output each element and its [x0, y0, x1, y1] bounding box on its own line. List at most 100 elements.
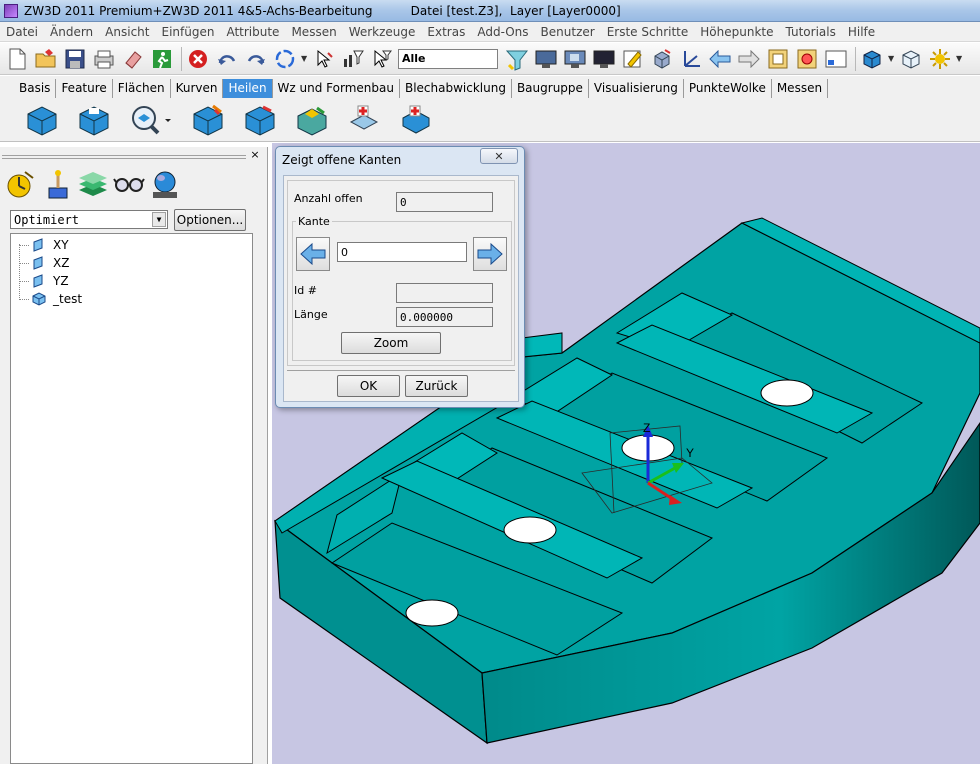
menu-ansicht[interactable]: Ansicht	[99, 25, 155, 39]
menu-datei[interactable]: Datei	[0, 25, 44, 39]
zoom-button[interactable]: Zoom	[341, 332, 441, 354]
layer-manager-icon[interactable]	[76, 167, 110, 201]
repair-faces-icon[interactable]	[190, 102, 226, 138]
tab-visualisierung[interactable]: Visualisierung	[588, 79, 684, 98]
simplify-icon[interactable]	[294, 102, 330, 138]
options-button[interactable]: Optionen...	[174, 209, 246, 231]
cube-transform-icon[interactable]	[649, 46, 675, 72]
tab-punktewolke[interactable]: PunkteWolke	[683, 79, 772, 98]
history-manager-icon[interactable]	[4, 167, 38, 201]
panel-grip	[2, 158, 246, 159]
display-icon[interactable]	[591, 46, 617, 72]
menu-hoehepunkte[interactable]: Höhepunkte	[694, 25, 779, 39]
tab-flaechen[interactable]: Flächen	[112, 79, 171, 98]
tab-basis[interactable]: Basis	[14, 79, 57, 98]
tab-feature[interactable]: Feature	[56, 79, 113, 98]
arrow-left-icon[interactable]	[707, 46, 733, 72]
tab-messen[interactable]: Messen	[771, 79, 829, 98]
history-tree: XY XZ YZ _test	[10, 233, 253, 764]
wireframe-cube-icon[interactable]	[898, 46, 924, 72]
tree-connector	[19, 244, 29, 246]
id-label: Id #	[294, 284, 317, 297]
chevron-down-icon[interactable]: ▼	[301, 54, 311, 63]
window-icon[interactable]	[823, 46, 849, 72]
select-filter-icon[interactable]	[369, 46, 395, 72]
tree-item-yz[interactable]: YZ	[11, 272, 252, 290]
tab-blechabwicklung[interactable]: Blechabwicklung	[399, 79, 512, 98]
close-icon[interactable]: ×	[249, 149, 261, 161]
tab-wz-und-formenbau[interactable]: Wz und Formenbau	[272, 79, 400, 98]
menu-extras[interactable]: Extras	[421, 25, 471, 39]
selection-filter-field[interactable]: Alle	[398, 48, 498, 69]
arrow-right-icon[interactable]	[736, 46, 762, 72]
monitor-view-icon[interactable]	[562, 46, 588, 72]
id-field	[396, 283, 493, 303]
undo-icon[interactable]	[214, 46, 240, 72]
menu-attribute[interactable]: Attribute	[220, 25, 285, 39]
sketch-icon[interactable]	[620, 46, 646, 72]
exit-icon[interactable]	[149, 46, 175, 72]
back-button[interactable]: Zurück	[405, 375, 468, 397]
filter-funnel-icon[interactable]	[504, 46, 530, 72]
view-manager-icon[interactable]	[112, 167, 146, 201]
check-shape-icon[interactable]	[76, 102, 112, 138]
arrow-right-icon	[477, 243, 503, 265]
assembly-manager-icon[interactable]	[40, 167, 74, 201]
menu-einfuegen[interactable]: Einfügen	[155, 25, 220, 39]
toolbar-separator	[181, 46, 182, 71]
length-field: 0.000000	[396, 307, 493, 327]
inspect-zoom-icon[interactable]	[128, 102, 174, 138]
close-icon: ✕	[494, 149, 504, 163]
add-face-icon[interactable]	[346, 102, 382, 138]
menu-benutzer[interactable]: Benutzer	[535, 25, 601, 39]
menu-erste-schritte[interactable]: Erste Schritte	[601, 25, 695, 39]
shaded-cube-icon[interactable]	[859, 46, 885, 72]
pick-tool-icon[interactable]	[311, 46, 337, 72]
next-edge-button[interactable]	[473, 237, 507, 271]
save-icon[interactable]	[62, 46, 88, 72]
axis-label-y: Y	[686, 446, 694, 460]
eraser-icon[interactable]	[120, 46, 146, 72]
datum-plane-icon	[31, 255, 47, 271]
menu-hilfe[interactable]: Hilfe	[842, 25, 881, 39]
menu-messen[interactable]: Messen	[285, 25, 342, 39]
datum-plane-icon	[31, 237, 47, 253]
ok-button[interactable]: OK	[337, 375, 400, 397]
chevron-down-icon[interactable]: ▼	[152, 212, 166, 227]
tree-item-xz[interactable]: XZ	[11, 254, 252, 272]
heal-shape-icon[interactable]	[24, 102, 60, 138]
axis-icon[interactable]	[678, 46, 704, 72]
dialog-close-button[interactable]: ✕	[480, 148, 518, 164]
light-icon[interactable]	[927, 46, 953, 72]
rotate-view-icon[interactable]	[272, 46, 298, 72]
window-title: ZW3D 2011 Premium+ZW3D 2011 4&5-Achs-Bea…	[24, 3, 621, 18]
visual-manager-icon[interactable]	[148, 167, 182, 201]
menu-tutorials[interactable]: Tutorials	[779, 25, 841, 39]
stitch-faces-icon[interactable]	[242, 102, 278, 138]
tab-kurven[interactable]: Kurven	[170, 79, 224, 98]
frame-icon[interactable]	[765, 46, 791, 72]
new-file-icon[interactable]	[4, 46, 30, 72]
tree-item-test[interactable]: _test	[11, 290, 252, 308]
chevron-down-icon[interactable]: ▼	[888, 54, 898, 63]
monitor-icon[interactable]	[533, 46, 559, 72]
tree-item-xy[interactable]: XY	[11, 236, 252, 254]
filter-list-icon[interactable]	[340, 46, 366, 72]
tab-baugruppe[interactable]: Baugruppe	[511, 79, 589, 98]
tab-heilen[interactable]: Heilen	[223, 79, 273, 98]
menu-aendern[interactable]: Ändern	[44, 25, 99, 39]
tree-connector	[19, 262, 29, 264]
display-filter-select[interactable]: Optimiert ▼	[10, 210, 168, 229]
redo-icon[interactable]	[243, 46, 269, 72]
menu-add-ons[interactable]: Add-Ons	[471, 25, 534, 39]
open-edges-dialog: Zeigt offene Kanten ✕ Anzahl offen 0 Kan…	[275, 146, 525, 408]
add-edge-icon[interactable]	[398, 102, 434, 138]
edge-index-input[interactable]: 0	[337, 242, 467, 262]
previous-edge-button[interactable]	[296, 237, 330, 271]
zoom-target-icon[interactable]	[794, 46, 820, 72]
chevron-down-icon[interactable]: ▼	[956, 54, 966, 63]
open-folder-icon[interactable]	[33, 46, 59, 72]
cancel-icon[interactable]	[185, 46, 211, 72]
menu-werkzeuge[interactable]: Werkzeuge	[343, 25, 422, 39]
print-icon[interactable]	[91, 46, 117, 72]
